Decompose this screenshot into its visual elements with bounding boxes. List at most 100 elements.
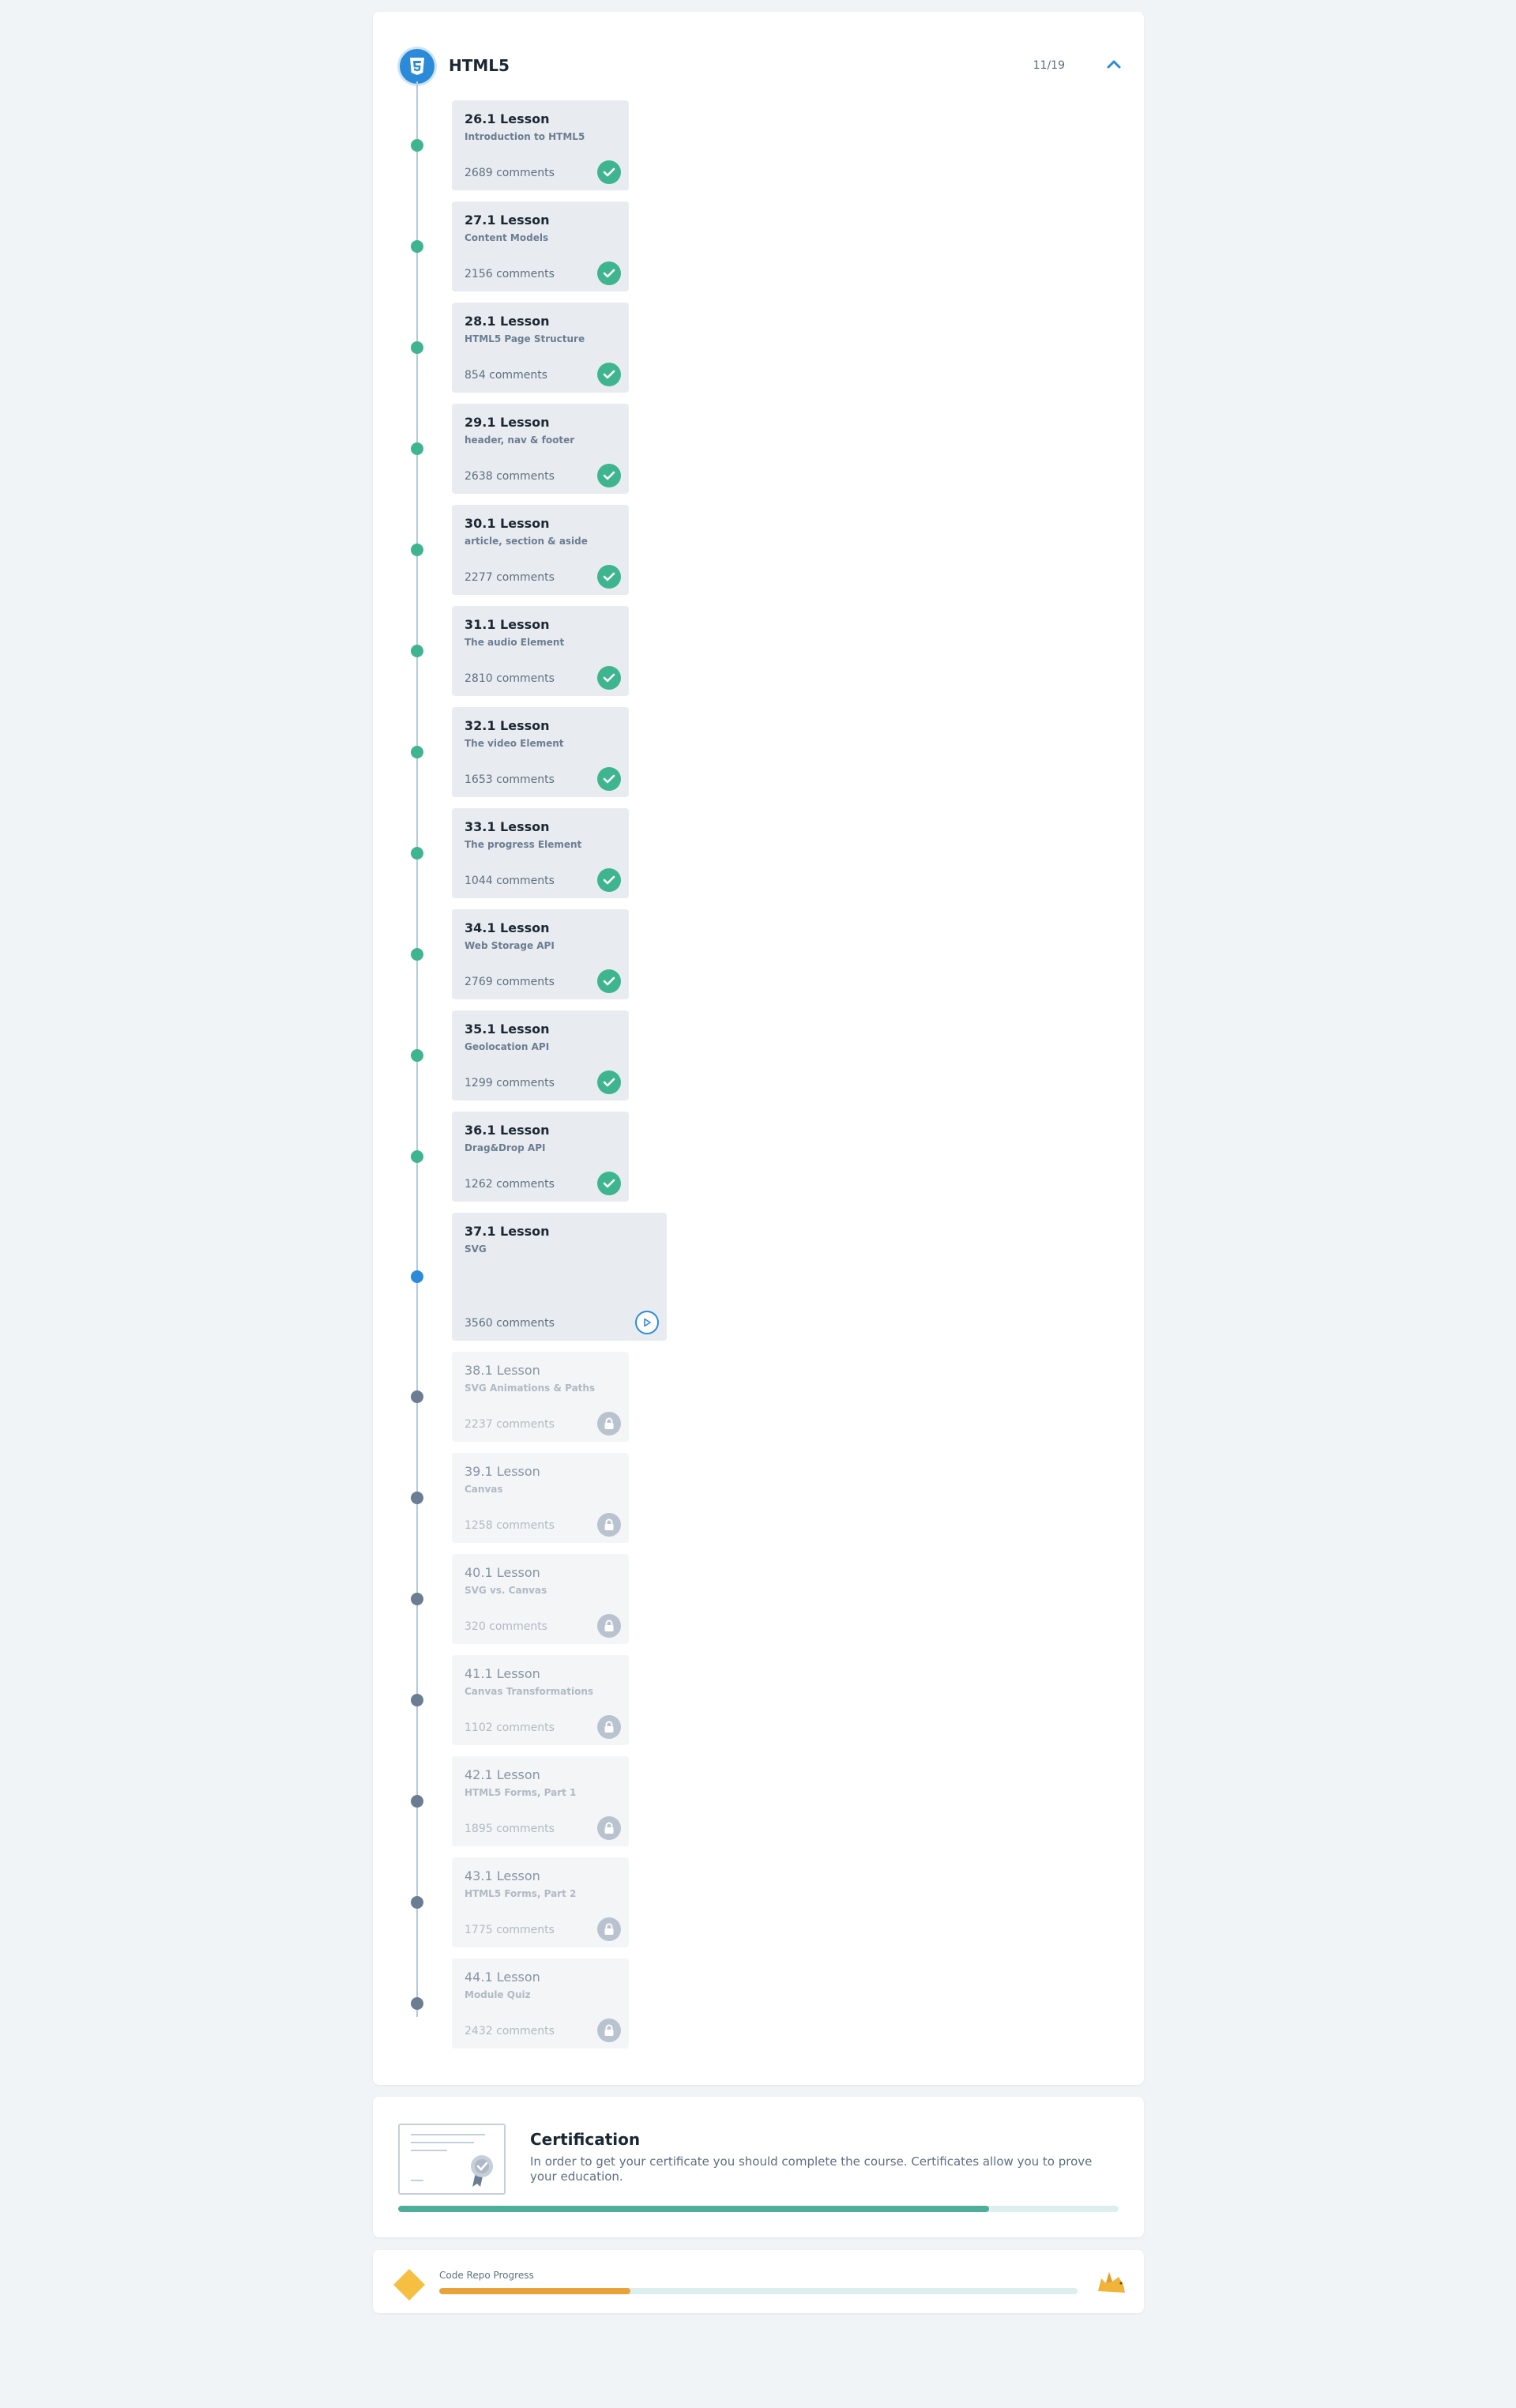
lesson-title: 42.1 Lesson: [465, 1767, 540, 1782]
timeline-dot: [411, 1593, 423, 1605]
lesson-comments: 1044 comments: [465, 875, 555, 887]
timeline-dot: [411, 341, 423, 354]
lock-icon: [597, 1816, 621, 1840]
timeline-dot: [411, 1694, 423, 1706]
lesson-card[interactable]: 39.1 Lesson Canvas 1258 comments: [452, 1453, 629, 1543]
timeline-dot: [411, 544, 423, 556]
bird-icon: [1095, 2267, 1127, 2299]
lesson-subtitle: Canvas Transformations: [465, 1686, 594, 1697]
lesson-title: 41.1 Lesson: [465, 1666, 540, 1681]
timeline-dot: [411, 1390, 423, 1403]
lesson-card[interactable]: 37.1 Lesson SVG 3560 comments: [452, 1213, 667, 1341]
lesson-comments: 1102 comments: [465, 1721, 555, 1734]
lesson-comments: 2638 comments: [465, 470, 555, 483]
lesson-subtitle: HTML5 Forms, Part 2: [465, 1888, 577, 1899]
code-repo-progress-bar: [439, 2288, 1078, 2294]
lesson-subtitle: The progress Element: [465, 839, 582, 850]
lock-icon: [597, 1412, 621, 1435]
lesson-comments: 2689 comments: [465, 167, 555, 179]
lesson-comments: 2769 comments: [465, 976, 555, 988]
lesson-title: 29.1 Lesson: [465, 415, 550, 430]
timeline-dot: [411, 240, 423, 253]
lesson-subtitle: Canvas: [465, 1484, 503, 1495]
diamond-icon: [392, 2267, 427, 2305]
certification-panel: Certification In order to get your certi…: [373, 2097, 1144, 2237]
lesson-card[interactable]: 31.1 Lesson The audio Element 2810 comment…: [452, 606, 629, 696]
lesson-subtitle: Content Models: [465, 232, 549, 243]
lesson-card[interactable]: 26.1 Lesson Introduction to HTML5 2689 com…: [452, 100, 629, 190]
lesson-title: 31.1 Lesson: [465, 617, 550, 632]
lesson-comments: 854 comments: [465, 369, 547, 382]
lesson-card[interactable]: 34.1 Lesson Web Storage API 2769 comments: [452, 909, 629, 999]
lesson-title: 38.1 Lesson: [465, 1363, 540, 1378]
lesson-card[interactable]: 32.1 Lesson The video Element 1653 comment…: [452, 707, 629, 797]
certification-title: Certification: [530, 2130, 641, 2149]
lock-icon: [597, 1513, 621, 1537]
completed-check-icon: [597, 969, 621, 993]
lock-icon: [597, 1715, 621, 1739]
lesson-card[interactable]: 30.1 Lesson article, section & aside 2277 …: [452, 505, 629, 595]
lesson-comments: 320 comments: [465, 1620, 547, 1633]
lesson-title: 43.1 Lesson: [465, 1868, 540, 1883]
lesson-card[interactable]: 27.1 Lesson Content Models 2156 comments: [452, 201, 629, 292]
lock-icon: [597, 1917, 621, 1941]
play-icon[interactable]: [635, 1311, 659, 1334]
lesson-title: 34.1 Lesson: [465, 920, 550, 935]
lesson-subtitle: Web Storage API: [465, 940, 555, 951]
lesson-card[interactable]: 28.1 Lesson HTML5 Page Structure 854 comme…: [452, 303, 629, 393]
lesson-card[interactable]: 36.1 Lesson Drag&Drop API 1262 comments: [452, 1112, 629, 1202]
code-repo-progress-fill: [439, 2288, 631, 2294]
timeline-dot: [411, 1049, 423, 1062]
lesson-title: 32.1 Lesson: [465, 718, 550, 733]
lesson-title: 35.1 Lesson: [465, 1022, 550, 1037]
lesson-subtitle: Drag&Drop API: [465, 1142, 546, 1153]
lesson-comments: 1258 comments: [465, 1519, 555, 1532]
lesson-comments: 2156 comments: [465, 268, 555, 280]
certificate-icon: [398, 2124, 506, 2195]
lesson-comments: 1299 comments: [465, 1077, 555, 1089]
lesson-card[interactable]: 40.1 Lesson SVG vs. Canvas 320 comments: [452, 1554, 629, 1644]
completed-check-icon: [597, 1070, 621, 1094]
lesson-title: 37.1 Lesson: [465, 1224, 550, 1239]
completed-check-icon: [597, 261, 621, 285]
lesson-card[interactable]: 42.1 Lesson HTML5 Forms, Part 1 1895 comme…: [452, 1756, 629, 1846]
lesson-title: 33.1 Lesson: [465, 819, 550, 834]
lesson-card[interactable]: 33.1 Lesson The progress Element 1044 comm…: [452, 808, 629, 898]
lesson-title: 28.1 Lesson: [465, 314, 550, 329]
lesson-subtitle: The video Element: [465, 738, 564, 749]
lesson-card[interactable]: 29.1 Lesson header, nav & footer 2638 comm…: [452, 404, 629, 494]
timeline-dot: [411, 645, 423, 657]
lesson-subtitle: Introduction to HTML5: [465, 131, 585, 142]
lesson-title: 39.1 Lesson: [465, 1464, 540, 1479]
timeline-dot: [411, 1150, 423, 1163]
timeline-dot: [411, 1270, 423, 1283]
lesson-subtitle: Module Quiz: [465, 1989, 531, 2000]
lesson-card[interactable]: 35.1 Lesson Geolocation API 1299 comments: [452, 1010, 629, 1101]
lesson-list: 26.1 Lesson Introduction to HTML5 2689 com…: [373, 12, 1144, 2085]
lock-icon: [597, 2019, 621, 2042]
code-repo-panel: Code Repo Progress: [373, 2250, 1144, 2313]
lesson-subtitle: SVG Animations & Paths: [465, 1383, 596, 1394]
completed-check-icon: [597, 666, 621, 690]
code-repo-label: Code Repo Progress: [439, 2270, 534, 2281]
timeline-dot: [411, 1896, 423, 1909]
lesson-comments: 2277 comments: [465, 571, 555, 584]
lesson-card[interactable]: 38.1 Lesson SVG Animations & Paths 2237 co…: [452, 1352, 629, 1442]
completed-check-icon: [597, 160, 621, 184]
timeline-dot: [411, 1795, 423, 1808]
timeline-dot: [411, 139, 423, 152]
lesson-card[interactable]: 41.1 Lesson Canvas Transformations 1102 co…: [452, 1655, 629, 1745]
lock-icon: [597, 1614, 621, 1638]
lesson-card[interactable]: 44.1 Lesson Module Quiz 2432 comments: [452, 1958, 629, 2049]
lesson-subtitle: article, section & aside: [465, 536, 588, 547]
lesson-comments: 1653 comments: [465, 773, 555, 786]
certification-progress-bar: [398, 2206, 1119, 2212]
lesson-title: 27.1 Lesson: [465, 213, 550, 228]
certification-description: In order to get your certificate you sho…: [530, 2154, 1093, 2184]
lesson-subtitle: SVG vs. Canvas: [465, 1585, 547, 1596]
lesson-comments: 1895 comments: [465, 1823, 555, 1835]
lesson-subtitle: header, nav & footer: [465, 435, 575, 446]
lesson-title: 26.1 Lesson: [465, 111, 550, 126]
lesson-card[interactable]: 43.1 Lesson HTML5 Forms, Part 2 1775 comme…: [452, 1857, 629, 1947]
certification-progress-fill: [398, 2206, 989, 2212]
